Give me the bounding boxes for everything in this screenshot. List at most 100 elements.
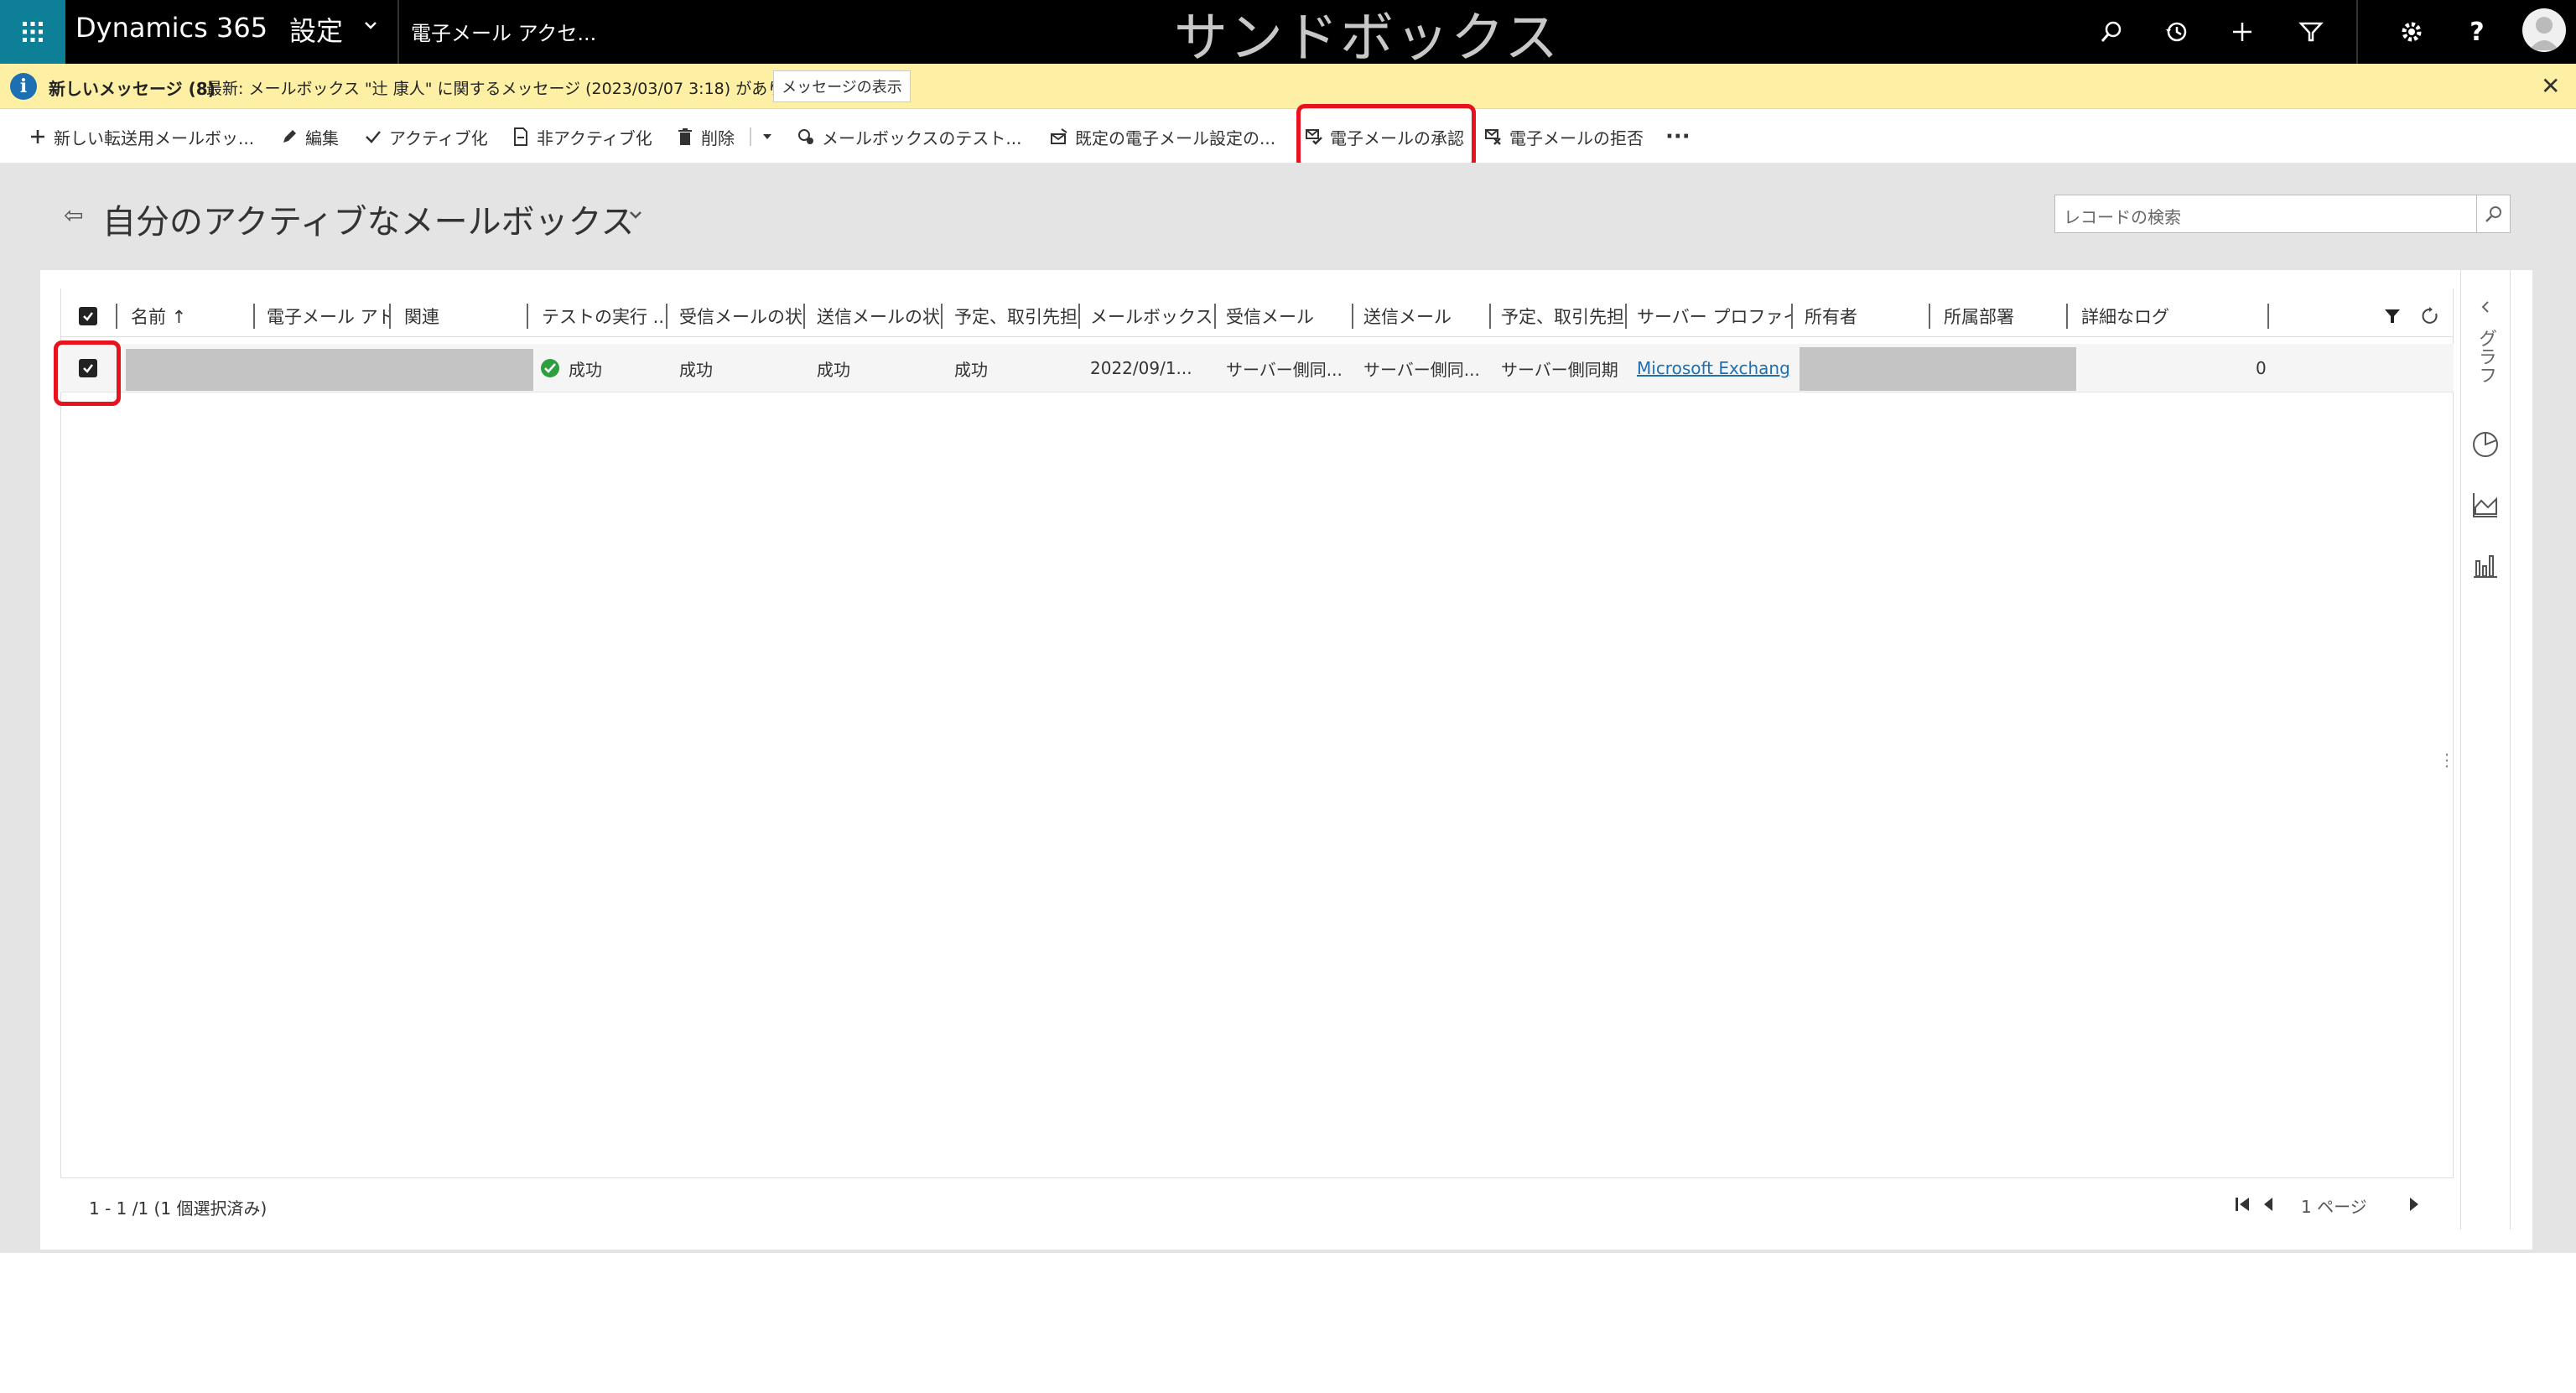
deactivate-button[interactable]: 非アクティブ化 <box>512 124 652 149</box>
column-separator <box>1352 304 1353 329</box>
column-header-incoming-status[interactable]: 受信メールの状 <box>679 295 803 337</box>
column-separator <box>2267 304 2269 329</box>
environment-banner: サンドボックス <box>1174 8 1561 70</box>
column-header-owner[interactable]: 所有者 <box>1805 295 1930 337</box>
column-header-detailed-log[interactable]: 詳細なログ <box>2081 295 2249 337</box>
back-arrow-icon[interactable]: ⇦ <box>64 201 83 229</box>
appt-sync-cell: サーバー側同期 <box>1501 359 1618 380</box>
resize-handle[interactable]: ⋮ <box>2438 743 2455 777</box>
table-row[interactable]: 成功 成功 成功 成功 2022/09/1... サーバー側同... サーバー側… <box>60 344 2454 392</box>
outgoing-status-cell: 成功 <box>817 359 850 380</box>
new-mailbox-button[interactable]: 新しい転送用メールボッ... <box>29 124 254 149</box>
info-icon: i <box>10 73 37 100</box>
bar-chart-icon[interactable] <box>2469 548 2502 582</box>
grid-filter-icon[interactable] <box>2383 295 2402 337</box>
column-header-appt-sync[interactable]: 予定、取引先担 <box>1501 295 1627 337</box>
column-header-mailbox[interactable]: メールボックス <box>1090 295 1214 337</box>
column-separator <box>527 304 528 329</box>
first-page-icon <box>2236 1198 2249 1211</box>
column-header-server-profile[interactable]: サーバー プロファイ <box>1637 295 1791 337</box>
column-header-related[interactable]: 関連 <box>404 295 522 337</box>
view-selector-title[interactable]: 自分のアクティブなメールボックス <box>102 195 634 243</box>
column-header-outgoing[interactable]: 送信メール <box>1363 295 1489 337</box>
filter-icon[interactable] <box>2296 17 2326 47</box>
close-icon[interactable]: ✕ <box>2541 72 2560 100</box>
incoming-cell: サーバー側同... <box>1226 359 1343 380</box>
delete-dropdown-button[interactable] <box>758 124 776 149</box>
redacted-owner-cell <box>1800 347 2076 391</box>
apply-default-label: 既定の電子メール設定の... <box>1075 127 1276 148</box>
server-profile-link-text[interactable]: Microsoft Exchang <box>1637 358 1790 378</box>
record-search-input[interactable]: レコードの検索 <box>2054 195 2477 233</box>
select-all-checkbox[interactable] <box>79 295 97 337</box>
apply-default-email-settings-button[interactable]: 既定の電子メール設定の... <box>1050 124 1275 149</box>
test-result-text: 成功 <box>569 359 602 380</box>
area-chart-icon[interactable] <box>2469 488 2502 522</box>
chart-side-panel <box>2460 270 2511 1229</box>
gear-icon[interactable] <box>2397 17 2427 47</box>
new-mailbox-label: 新しい転送用メールボッ... <box>54 127 255 148</box>
pencil-icon <box>280 127 299 146</box>
column-separator <box>1214 304 1216 329</box>
delete-button[interactable]: 削除 <box>676 124 735 149</box>
column-header-business-unit[interactable]: 所属部署 <box>1944 295 2070 337</box>
email-settings-icon <box>1050 127 1068 146</box>
show-messages-button[interactable]: メッセージの表示 <box>773 70 911 102</box>
refresh-icon[interactable] <box>2420 295 2440 337</box>
app-launcher-button[interactable] <box>0 0 65 64</box>
test-mailbox-button[interactable]: メールボックスのテスト... <box>797 124 1021 149</box>
entity-breadcrumb[interactable]: 電子メール アクセ... <box>411 17 596 46</box>
divider <box>750 127 751 146</box>
column-header-appointments[interactable]: 予定、取引先担 <box>954 295 1078 337</box>
search-icon[interactable] <box>2096 17 2127 47</box>
detailed-log-cell: 0 <box>2256 358 2267 378</box>
grid-area <box>60 288 2454 1177</box>
activate-button[interactable]: アクティブ化 <box>364 124 488 149</box>
reject-email-label: 電子メールの拒否 <box>1509 127 1644 148</box>
divider <box>397 0 399 64</box>
history-icon[interactable] <box>2162 17 2192 47</box>
previous-page-button[interactable] <box>2259 1195 2277 1217</box>
outgoing-cell: サーバー側同... <box>1363 359 1480 380</box>
avatar[interactable] <box>2522 8 2566 52</box>
chevron-down-icon[interactable] <box>627 206 644 223</box>
caret-down-icon <box>758 127 776 146</box>
checkmark-icon <box>364 127 382 146</box>
column-separator <box>666 304 667 329</box>
search-button[interactable] <box>2477 195 2511 233</box>
area-menu[interactable]: 設定 <box>289 10 343 49</box>
activate-label: アクティブ化 <box>389 127 488 148</box>
app-name[interactable]: Dynamics 365 <box>75 12 267 44</box>
search-icon <box>2485 206 2501 222</box>
column-header-test-exec[interactable]: テストの実行 ... <box>542 295 667 337</box>
help-icon[interactable]: ? <box>2462 17 2492 47</box>
column-separator <box>1489 304 1491 329</box>
notification-text: 最新: メールボックス "辻 康人" に関するメッセージ (2023/03/07… <box>206 80 830 98</box>
collapse-chevron-icon[interactable] <box>2469 290 2502 324</box>
next-page-button[interactable] <box>2405 1195 2423 1217</box>
edit-button[interactable]: 編集 <box>280 124 339 149</box>
top-nav-bar: Dynamics 365 設定 電子メール アクセ... サンドボックス ? <box>0 0 2576 70</box>
column-header-incoming[interactable]: 受信メール <box>1226 295 1352 337</box>
incoming-status-cell: 成功 <box>679 359 713 380</box>
server-profile-link[interactable]: Microsoft Exchang <box>1637 344 1793 392</box>
previous-page-icon <box>2264 1198 2272 1211</box>
first-page-button[interactable] <box>2234 1195 2252 1217</box>
reject-email-button[interactable]: 電子メールの拒否 <box>1484 124 1644 149</box>
command-bar: 新しい転送用メールボッ... 編集 アクティブ化 非アクティブ化 削除 メールボ… <box>0 109 2576 163</box>
more-commands-button[interactable]: ··· <box>1665 124 1690 149</box>
grid-header-row: 名前 ↑ 電子メール アド 関連 テストの実行 ... 受信メールの状 送信メー… <box>60 295 2454 337</box>
waffle-icon <box>23 22 43 42</box>
column-header-name[interactable]: 名前 ↑ <box>131 295 198 337</box>
appointments-cell: 成功 <box>954 359 988 380</box>
column-separator <box>253 304 255 329</box>
plus-icon[interactable] <box>2227 17 2257 47</box>
column-separator <box>2066 304 2068 329</box>
chart-panel-label[interactable]: グラフ <box>2469 327 2502 386</box>
chevron-down-icon[interactable] <box>362 17 379 34</box>
column-separator <box>116 304 117 329</box>
pie-chart-icon[interactable] <box>2469 428 2502 461</box>
test-result-cell: 成功 <box>540 344 602 392</box>
column-header-outgoing-status[interactable]: 送信メールの状 <box>817 295 941 337</box>
column-header-email-address[interactable]: 電子メール アド <box>267 295 389 337</box>
